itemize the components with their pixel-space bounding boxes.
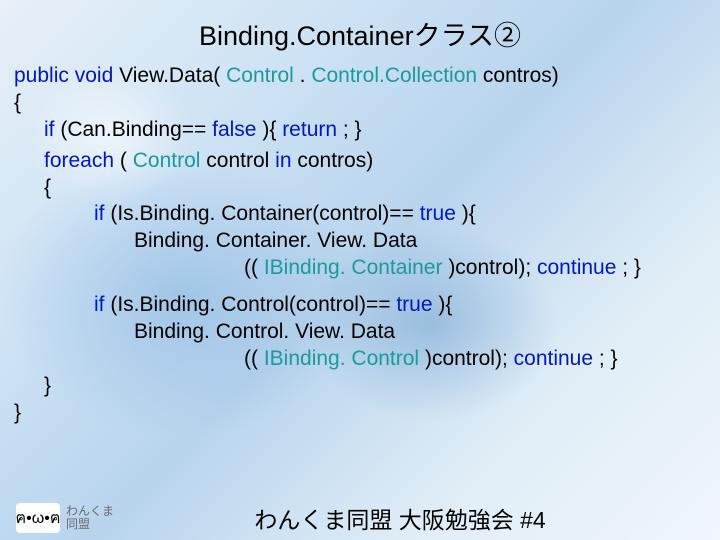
keyword: return [282,118,337,141]
text: . [300,64,312,87]
text: View.Data( [119,64,220,87]
text: ; } [622,256,641,279]
keyword: public [14,64,69,87]
footer-logo-icon: ฅ•ω•ฅ [16,503,60,533]
slide-title: Binding.Containerクラス② [0,0,720,53]
text: (( [244,256,258,279]
text: (( [244,347,258,370]
code-line: if (Is.Binding. Container(control)== tru… [94,201,720,228]
text: contros) [297,149,373,172]
keyword: true [396,293,432,316]
keyword: if [44,118,55,141]
text: ( [120,149,127,172]
footer-small-text: わんくま 同盟 [66,505,120,531]
text: control [206,149,275,172]
code-line: Binding. Container. View. Data [134,228,720,255]
text: )control); [425,347,514,370]
code-line: { [44,175,720,202]
keyword: false [212,118,256,141]
keyword: continue [537,256,616,279]
code-block: public void View.Data( Control . Control… [0,53,720,426]
footer-main-text: わんくま同盟 大阪勉強会 #4 [120,501,720,535]
type: IBinding. Container [264,256,443,279]
keyword: foreach [44,149,114,172]
keyword: continue [514,347,593,370]
text: ; } [599,347,618,370]
code-line: { [14,90,720,117]
code-line: foreach ( Control control in contros) [44,148,720,175]
keyword: in [275,149,291,172]
code-line: } [44,373,720,400]
footer-small-line2: 同盟 [66,518,120,531]
code-line: if (Can.Binding== false ){ return ; } [44,117,720,144]
text: contros) [483,64,559,87]
type: IBinding. Control [264,347,419,370]
code-line: } [14,400,720,427]
keyword: if [94,202,105,225]
text: ){ [262,118,276,141]
footer: ฅ•ω•ฅ わんくま 同盟 わんくま同盟 大阪勉強会 #4 [0,496,720,540]
code-line: public void View.Data( Control . Control… [14,63,720,90]
text: ){ [438,293,452,316]
text: ){ [462,202,476,225]
text: (Can.Binding== [60,118,206,141]
keyword: if [94,293,105,316]
text: ; } [343,118,362,141]
text: (Is.Binding. Control(control)== [110,293,390,316]
keyword: void [75,64,114,87]
code-line: if (Is.Binding. Control(control)== true … [94,292,720,319]
keyword: true [420,202,456,225]
type: Control.Collection [311,64,477,87]
code-line: Binding. Control. View. Data [134,319,720,346]
code-line: (( IBinding. Control )control); continue… [244,346,720,373]
type: Control [226,64,294,87]
text: )control); [448,256,537,279]
code-line: (( IBinding. Container )control); contin… [244,255,720,282]
type: Control [133,149,201,172]
text: (Is.Binding. Container(control)== [110,202,414,225]
